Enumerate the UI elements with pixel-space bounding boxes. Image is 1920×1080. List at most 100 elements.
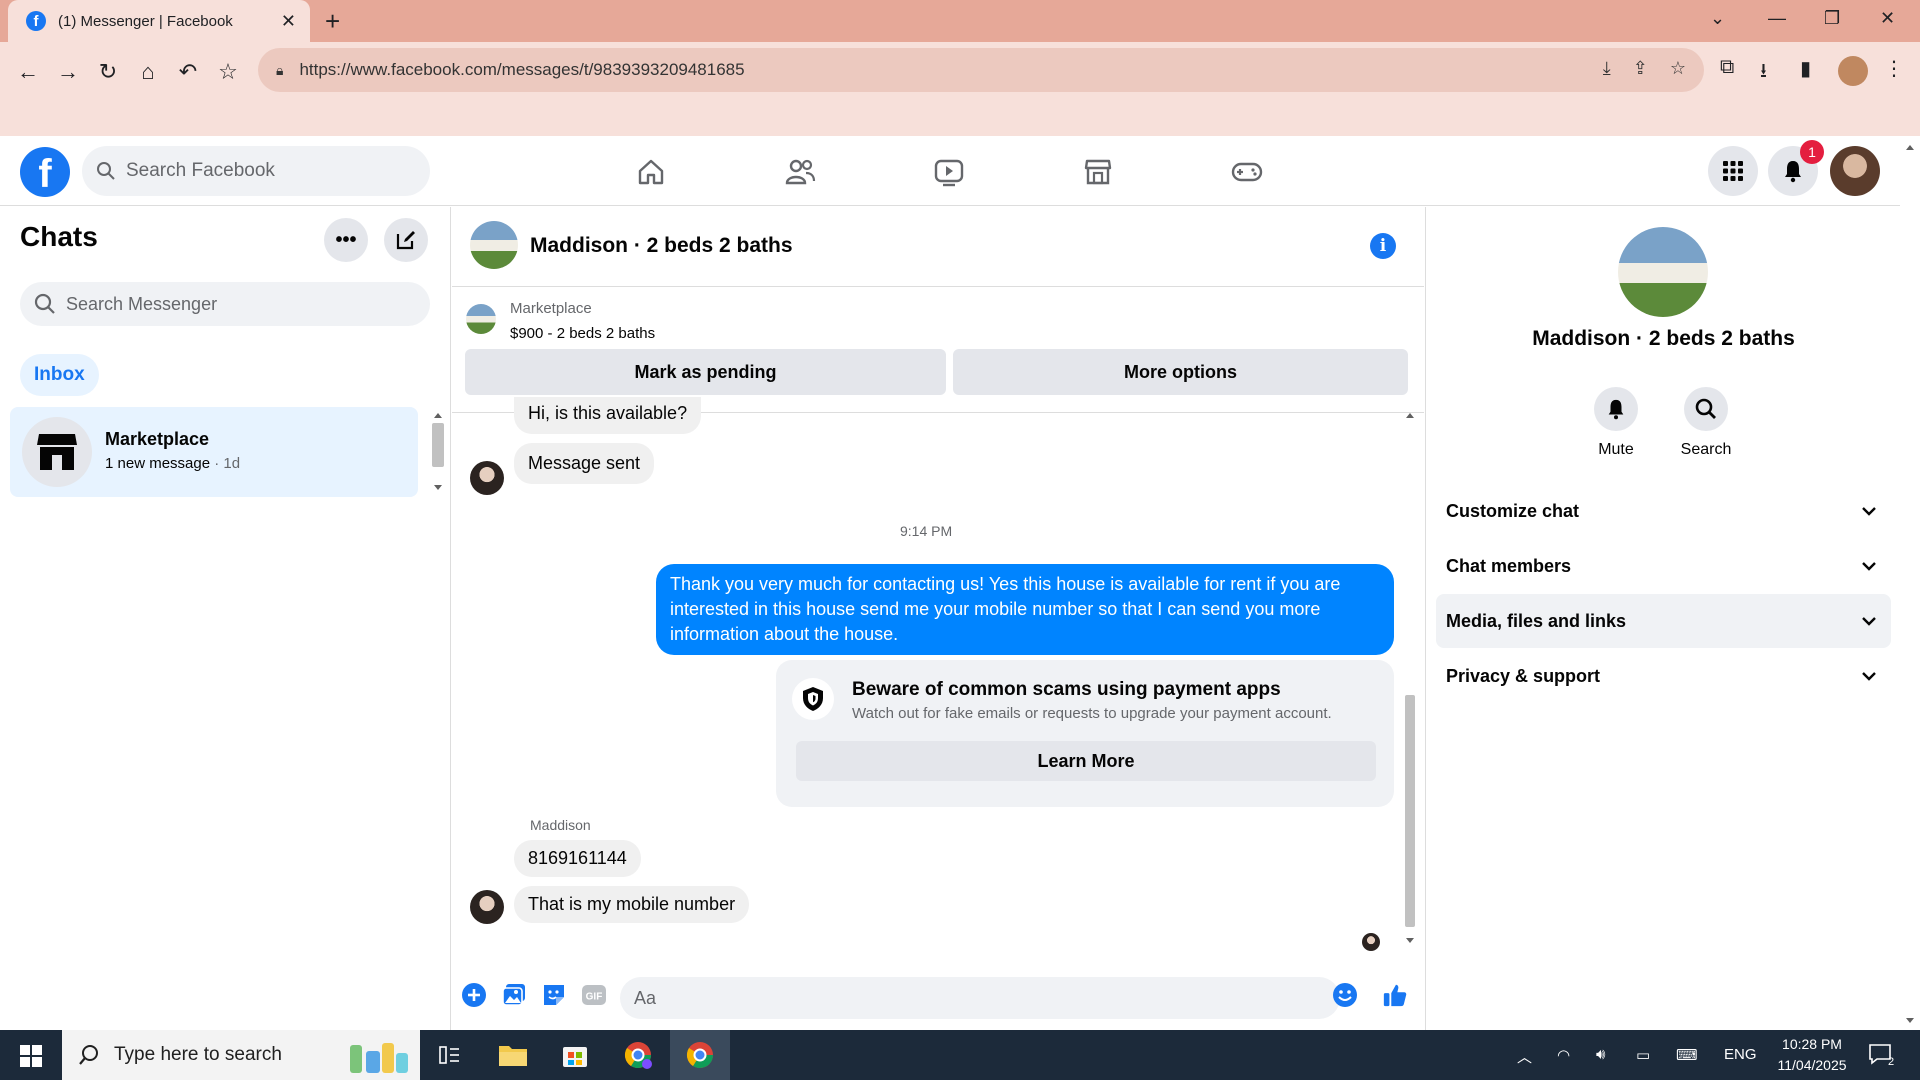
tab-search-icon[interactable]: ⌄ [1710, 8, 1725, 29]
keyboard-icon[interactable]: ⌨ [1676, 1046, 1698, 1064]
file-explorer-icon[interactable] [496, 1038, 530, 1072]
gif-icon[interactable]: GIF [581, 982, 607, 1008]
home-nav-icon[interactable] [631, 152, 671, 192]
windows-start-icon[interactable] [20, 1045, 42, 1067]
chats-panel: Chats ••• Search Messenger Inbox Marketp… [0, 207, 451, 1030]
mute-label: Mute [1598, 441, 1634, 458]
page-scrollbar[interactable] [1900, 136, 1920, 1030]
more-options-button[interactable]: More options [953, 349, 1408, 395]
friends-nav-icon[interactable] [780, 152, 820, 192]
language-indicator[interactable]: ENG [1724, 1046, 1757, 1063]
photo-icon[interactable] [501, 982, 527, 1008]
crop-icon[interactable]: ⧉ [1720, 56, 1734, 79]
contact-avatar[interactable] [470, 461, 504, 495]
learn-more-button[interactable]: Learn More [796, 741, 1376, 781]
chats-scrollbar[interactable] [430, 407, 446, 497]
media-files-links-row[interactable]: Media, files and links [1436, 594, 1891, 648]
chevron-down-icon [1862, 562, 1876, 571]
contact-avatar[interactable] [470, 890, 504, 924]
facebook-header: f Search Facebook 1 [0, 136, 1900, 206]
emoji-icon[interactable] [1332, 982, 1358, 1008]
reload-icon[interactable]: ↻ [92, 56, 124, 88]
account-avatar[interactable] [1830, 146, 1880, 196]
volume-icon[interactable]: 🔊︎ [1596, 1046, 1605, 1063]
conversation-scrollbar[interactable] [1402, 407, 1418, 951]
search-label: Search [1680, 441, 1732, 458]
task-view-icon[interactable] [432, 1038, 466, 1072]
sticker-icon[interactable] [541, 982, 567, 1008]
new-message-button[interactable] [384, 218, 428, 262]
system-clock[interactable]: 10:28 PM 11/04/2025 [1762, 1034, 1862, 1076]
search-conversation-button[interactable]: Search [1676, 387, 1736, 459]
chats-options-button[interactable]: ••• [324, 218, 368, 262]
back-icon[interactable]: ← [12, 56, 44, 88]
side-panel-icon[interactable]: ▮ [1800, 56, 1811, 81]
thread-marketplace[interactable]: Marketplace 1 new message · 1d [10, 407, 418, 497]
microsoft-store-icon[interactable] [558, 1038, 592, 1072]
mute-button[interactable]: Mute [1586, 387, 1646, 459]
search-icon [97, 162, 115, 180]
undo-icon[interactable]: ↶ [172, 56, 204, 88]
chat-members-row[interactable]: Chat members [1436, 539, 1891, 593]
details-avatar[interactable] [1618, 227, 1708, 317]
mark-as-pending-button[interactable]: Mark as pending [465, 349, 946, 395]
thread-name: Marketplace [105, 429, 210, 449]
bookmark-star-icon[interactable]: ☆ [212, 56, 244, 88]
chrome-profile-a-icon[interactable] [621, 1038, 655, 1072]
forward-icon[interactable]: → [52, 56, 84, 88]
bookmark-icon[interactable]: ☆ [1670, 58, 1686, 79]
conversation-panel: Maddison · 2 beds 2 baths i Marketplace … [452, 207, 1424, 1030]
home-icon[interactable]: ⌂ [132, 56, 164, 88]
customize-chat-row[interactable]: Customize chat [1436, 484, 1891, 538]
browser-tab[interactable]: f (1) Messenger | Facebook ✕ [8, 0, 310, 42]
message-incoming[interactable]: Message sent [514, 443, 655, 484]
message-incoming[interactable]: Hi, is this available? [514, 397, 702, 434]
lock-icon: 🔒︎ [276, 61, 284, 78]
privacy-support-row[interactable]: Privacy & support [1436, 649, 1891, 703]
chrome-active-icon[interactable] [683, 1038, 717, 1072]
listing-summary[interactable]: $900 - 2 beds 2 baths [510, 325, 655, 342]
like-thumb-icon[interactable] [1382, 982, 1408, 1008]
sender-name: Maddison [530, 817, 591, 833]
window-close-icon[interactable]: ✕ [1880, 8, 1895, 29]
facebook-search-input[interactable]: Search Facebook [82, 146, 430, 196]
bell-icon [1608, 399, 1624, 420]
chat-details-panel: Maddison · 2 beds 2 baths Mute Search Cu… [1425, 207, 1900, 1030]
listing-thumbnail[interactable] [466, 304, 496, 334]
share-icon[interactable]: ⇪ [1633, 58, 1648, 79]
plus-circle-icon[interactable] [461, 982, 487, 1008]
row-label: Chat members [1446, 555, 1572, 576]
message-incoming[interactable]: That is my mobile number [514, 886, 750, 923]
notification-center-count: 2 [1888, 1056, 1895, 1068]
browser-menu-icon[interactable]: ⋮ [1884, 56, 1904, 81]
taskbar-search-input[interactable]: Type here to search [62, 1030, 420, 1080]
facebook-logo-icon[interactable]: f [20, 147, 70, 197]
svg-text:GIF: GIF [586, 992, 603, 1003]
listing-avatar[interactable] [470, 221, 518, 269]
gaming-nav-icon[interactable] [1227, 152, 1267, 192]
tray-chevron-up-icon[interactable]: ︿ [1517, 1046, 1532, 1067]
install-app-icon[interactable]: ⤓ [1603, 58, 1611, 79]
close-tab-icon[interactable]: ✕ [281, 11, 296, 32]
download-icon[interactable]: ⭳ [1760, 56, 1767, 90]
watch-nav-icon[interactable] [929, 152, 969, 192]
thread-time: · 1d [210, 455, 241, 472]
message-incoming[interactable]: 8169161144 [514, 840, 641, 877]
conversation-title[interactable]: Maddison · 2 beds 2 baths [530, 234, 793, 258]
scam-warning-title: Beware of common scams using payment app… [852, 679, 1281, 700]
inbox-filter-tab[interactable]: Inbox [20, 354, 99, 396]
message-input[interactable]: Aa [620, 977, 1340, 1019]
messenger-search-input[interactable]: Search Messenger [20, 282, 430, 326]
info-icon[interactable]: i [1370, 233, 1396, 259]
browser-profile-avatar[interactable] [1838, 56, 1868, 86]
new-tab-icon[interactable]: + [325, 6, 340, 37]
minimize-icon[interactable]: — [1768, 8, 1786, 29]
message-composer: GIF Aa [452, 962, 1424, 1030]
restore-icon[interactable]: ❐ [1824, 8, 1840, 29]
message-outgoing[interactable]: Thank you very much for contacting us! Y… [656, 564, 1394, 655]
battery-icon[interactable]: ▭ [1636, 1046, 1650, 1064]
menu-grid-button[interactable] [1708, 146, 1758, 196]
wifi-icon[interactable]: ◠ [1557, 1046, 1570, 1064]
address-bar[interactable]: 🔒︎ https://www.facebook.com/messages/t/9… [258, 48, 1704, 92]
marketplace-nav-icon[interactable] [1078, 152, 1118, 192]
